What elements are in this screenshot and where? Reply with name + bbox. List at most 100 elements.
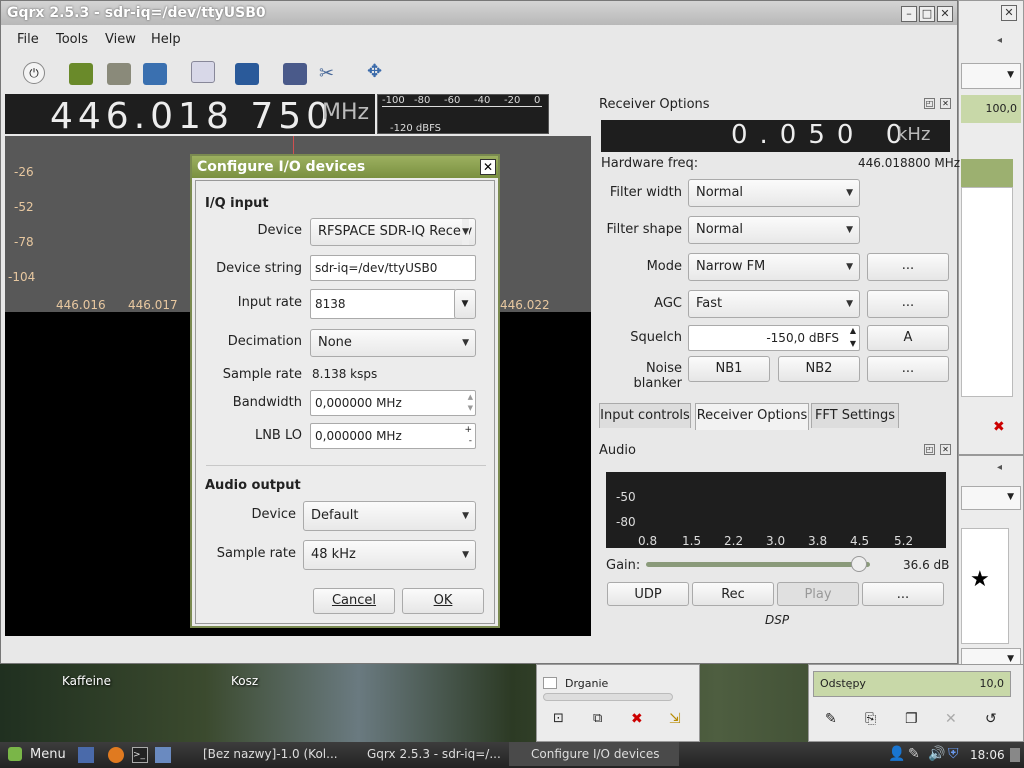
files-icon[interactable]	[155, 747, 171, 763]
user-icon[interactable]: 👤	[888, 746, 905, 762]
spacing-field[interactable]: Odstępy 10,0	[813, 671, 1011, 697]
close-icon[interactable]: ✕	[1001, 5, 1017, 21]
nb2-button[interactable]: NB2	[778, 356, 860, 382]
desktop-icon-kaffeine[interactable]: Kaffeine	[62, 674, 111, 688]
ok-button[interactable]: OK	[402, 588, 484, 614]
bookmark-icon[interactable]	[191, 61, 215, 83]
close-icon[interactable]: ✕	[937, 6, 953, 22]
menu-view[interactable]: View	[105, 32, 136, 47]
tab-input-controls[interactable]: Input controls	[599, 403, 691, 428]
chevron-down-icon[interactable]: ▼	[454, 289, 476, 319]
spin-down-icon[interactable]: ▼	[850, 332, 856, 356]
audio-freq-label: 1.5	[682, 534, 702, 548]
power-icon[interactable]: ⏻	[23, 62, 45, 84]
task-gimp[interactable]: [Bez nazwy]-1.0 (Kol...	[181, 742, 341, 766]
audio-options-button[interactable]: ...	[862, 582, 944, 606]
bg-combo[interactable]: ▼	[961, 486, 1021, 510]
mode-options-button[interactable]: ...	[867, 253, 949, 281]
duplicate-icon[interactable]: ⧉	[593, 711, 602, 726]
dialog-titlebar[interactable]: Configure I/O devices	[192, 156, 498, 178]
smeter-tick: 0	[534, 95, 541, 106]
squelch-auto-button[interactable]: A	[867, 325, 949, 351]
mode-select[interactable]: Narrow FM ▼	[688, 253, 860, 281]
open-folder-icon[interactable]	[107, 63, 131, 85]
bg-combo[interactable]: ▼	[961, 63, 1021, 89]
spin-down-icon[interactable]: ▼	[468, 396, 473, 420]
bandwidth-spinbox[interactable]: 0,000000 MHz ▲ ▼	[310, 390, 476, 416]
close-icon[interactable]: ✕	[480, 159, 496, 175]
delete-icon[interactable]: ✖	[631, 711, 643, 727]
bg-selected-row[interactable]	[961, 159, 1013, 187]
offset-digits[interactable]: 0.050 0	[731, 120, 914, 150]
device-icon[interactable]	[69, 63, 93, 85]
dock-icon[interactable]: ◂	[997, 35, 1013, 47]
desktop-icon-trash[interactable]: Kosz	[231, 674, 258, 688]
volume-icon[interactable]: 🔊	[928, 746, 945, 762]
audio-device-select[interactable]: Default ▼	[303, 501, 476, 531]
minimize-icon[interactable]: –	[901, 6, 917, 22]
device-string-input[interactable]: sdr-iq=/dev/ttyUSB0	[310, 255, 476, 281]
agc-select[interactable]: Fast ▼	[688, 290, 860, 318]
pen-icon[interactable]: ✎	[908, 746, 920, 762]
edit-icon[interactable]: ✎	[825, 711, 837, 727]
squelch-spinbox[interactable]: -150,0 dBFS ▲ ▼	[688, 325, 860, 351]
filter-shape-select[interactable]: Normal ▼	[688, 216, 860, 244]
cancel-button[interactable]: Cancel	[313, 588, 395, 614]
network-icon[interactable]	[283, 63, 307, 85]
notification-icon[interactable]	[1010, 748, 1020, 762]
maximize-icon[interactable]: □	[919, 6, 935, 22]
filter-width-select[interactable]: Normal ▼	[688, 179, 860, 207]
gain-slider-handle[interactable]	[850, 556, 867, 572]
tuning-marker[interactable]	[293, 136, 294, 156]
decimation-select[interactable]: None ▼	[310, 329, 476, 357]
input-rate-input[interactable]: 8138	[310, 289, 456, 319]
tools-icon[interactable]: ✂	[319, 63, 334, 84]
start-menu-button[interactable]: Menu	[30, 742, 66, 768]
udp-button[interactable]: UDP	[607, 582, 689, 606]
iq-device-select[interactable]: RFSPACE SDR-IQ Receiv ▼	[310, 218, 476, 246]
shield-icon[interactable]: ⛨	[948, 746, 959, 762]
audio-sample-rate-select[interactable]: 48 kHz ▼	[303, 540, 476, 570]
offset-display[interactable]: 0.050 0 kHz	[601, 120, 950, 152]
spin-down-icon[interactable]: -	[469, 429, 472, 453]
menu-file[interactable]: File	[17, 32, 39, 47]
float-icon[interactable]: ◰	[924, 98, 935, 109]
record-button[interactable]: Rec	[692, 582, 774, 606]
menu-help[interactable]: Help	[151, 32, 181, 47]
terminal-icon[interactable]: >_	[132, 747, 148, 763]
nb1-button[interactable]: NB1	[688, 356, 770, 382]
fullscreen-icon[interactable]: ✥	[367, 61, 382, 82]
configure-io-dialog: Configure I/O devices ✕ I/Q input Device…	[190, 154, 500, 628]
task-gqrx[interactable]: Gqrx 2.5.3 - sdr-iq=/...	[345, 742, 505, 766]
gain-slider[interactable]	[646, 562, 870, 567]
agc-options-button[interactable]: ...	[867, 290, 949, 318]
new-layer-icon[interactable]: ⊡	[553, 711, 564, 726]
frequency-digits[interactable]: 446.018 750	[50, 96, 334, 137]
bg-value-field[interactable]: 100,0	[961, 95, 1021, 123]
delete-icon[interactable]: ✖	[993, 419, 1005, 435]
spacing-value: 10,0	[979, 677, 1005, 690]
tab-fft-settings[interactable]: FFT Settings	[811, 403, 899, 428]
refresh-icon[interactable]: ↺	[985, 711, 997, 727]
menu-tools[interactable]: Tools	[56, 32, 88, 47]
show-desktop-icon[interactable]	[78, 747, 94, 763]
duplicate-icon[interactable]: ⎘	[865, 711, 876, 727]
tab-receiver-options[interactable]: Receiver Options	[695, 403, 809, 430]
float-icon[interactable]: ◰	[924, 444, 935, 455]
task-configure-io[interactable]: Configure I/O devices	[509, 742, 679, 766]
close-icon[interactable]: ✕	[940, 444, 951, 455]
save-icon[interactable]	[143, 63, 167, 85]
lnb-lo-spinbox[interactable]: 0,000000 MHz + -	[310, 423, 476, 449]
spectrum-icon[interactable]	[235, 63, 259, 85]
scrollbar[interactable]	[543, 693, 673, 701]
firefox-icon[interactable]	[108, 747, 124, 763]
nb-options-button[interactable]: ...	[867, 356, 949, 382]
merge-icon[interactable]: ⇲	[669, 711, 681, 727]
window-titlebar[interactable]: Gqrx 2.5.3 - sdr-iq=/dev/ttyUSB0	[1, 1, 957, 25]
mint-logo-icon[interactable]	[8, 747, 22, 761]
checkbox[interactable]	[543, 677, 557, 689]
dock-icon[interactable]: ◂	[997, 462, 1002, 473]
close-icon[interactable]: ✕	[940, 98, 951, 109]
copy-icon[interactable]: ❐	[905, 711, 918, 727]
taskbar: Menu >_ [Bez nazwy]-1.0 (Kol... Gqrx 2.5…	[0, 742, 1024, 768]
